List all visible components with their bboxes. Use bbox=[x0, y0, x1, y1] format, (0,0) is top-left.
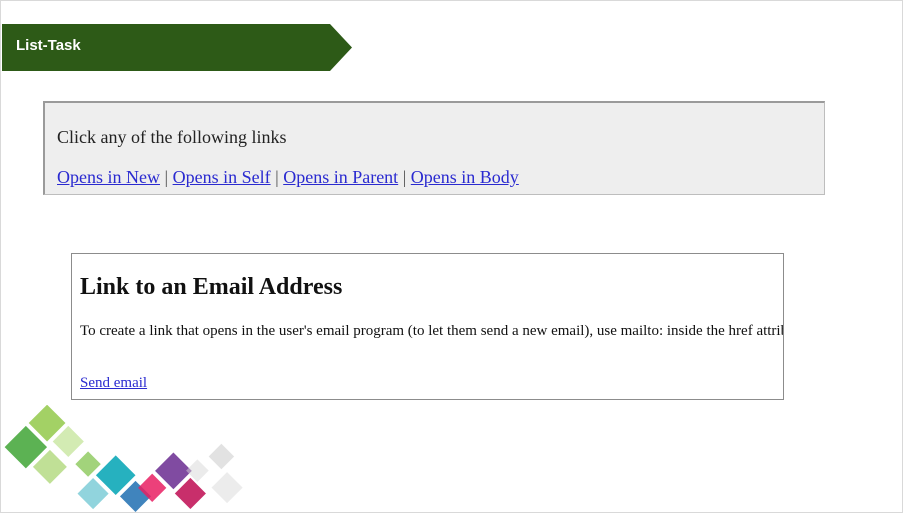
link-separator: | bbox=[402, 167, 407, 187]
send-email-link[interactable]: Send email bbox=[80, 375, 147, 392]
link-opens-in-parent[interactable]: Opens in Parent bbox=[283, 167, 398, 187]
email-panel: Link to an Email Address To create a lin… bbox=[71, 253, 784, 400]
link-opens-in-new[interactable]: Opens in New bbox=[57, 167, 160, 187]
links-panel: Click any of the following links Opens i… bbox=[43, 101, 825, 195]
link-opens-in-self[interactable]: Opens in Self bbox=[173, 167, 271, 187]
slide-title: List-Task bbox=[16, 37, 81, 54]
links-instruction: Click any of the following links bbox=[57, 127, 287, 147]
title-banner: List-Task bbox=[2, 24, 352, 71]
link-opens-in-body[interactable]: Opens in Body bbox=[411, 167, 519, 187]
links-row: Opens in New | Opens in Self | Opens in … bbox=[57, 167, 519, 188]
decorative-diamond-pattern-icon bbox=[4, 405, 243, 512]
link-separator: | bbox=[275, 167, 279, 187]
link-separator: | bbox=[164, 167, 169, 187]
email-description: To create a link that opens in the user'… bbox=[80, 323, 784, 339]
email-heading: Link to an Email Address bbox=[80, 274, 343, 300]
